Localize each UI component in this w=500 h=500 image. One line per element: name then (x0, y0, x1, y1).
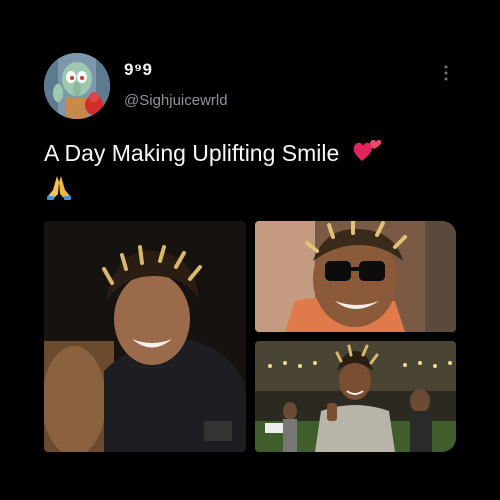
display-name[interactable]: 9⁹9 (124, 60, 152, 80)
tweet-text: A Day Making Uplifting Smile (44, 136, 464, 172)
folded-hands-emoji (44, 174, 74, 207)
avatar-cartoon-image (44, 53, 110, 119)
photo-party-thumbs-up[interactable] (255, 341, 456, 452)
profile-avatar[interactable] (44, 53, 110, 119)
two-hearts-emoji (352, 137, 382, 172)
photo-sunglasses[interactable] (255, 221, 456, 332)
tweet-text-content: A Day Making Uplifting Smile (44, 140, 340, 166)
user-handle[interactable]: @Sighjuicewrld (124, 92, 228, 109)
more-vertical-icon[interactable] (441, 63, 451, 83)
photo-night-smile[interactable] (44, 221, 246, 452)
tweet-screenshot: 9⁹9 @Sighjuicewrld A Day Making Upliftin… (0, 0, 500, 500)
